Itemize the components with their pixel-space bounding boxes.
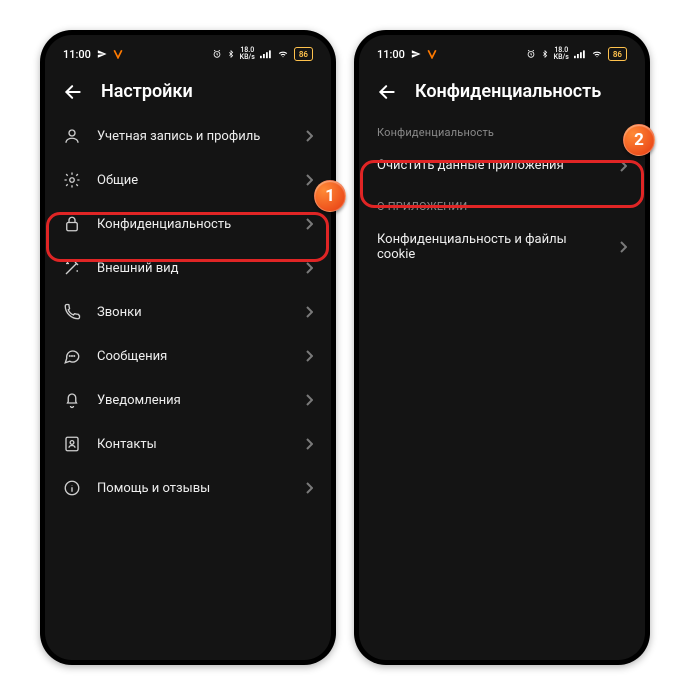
row-label: Помощь и отзывы bbox=[97, 481, 289, 496]
row-privacy[interactable]: Конфиденциальность bbox=[45, 202, 331, 246]
row-clear-data[interactable]: Очистить данные приложения bbox=[359, 145, 645, 186]
row-label: Очистить данные приложения bbox=[377, 158, 603, 173]
row-appearance[interactable]: Внешний вид bbox=[45, 246, 331, 290]
chevron-right-icon bbox=[619, 241, 627, 253]
row-label: Общие bbox=[97, 173, 289, 188]
annotation-badge-2: 2 bbox=[623, 124, 655, 156]
bluetooth-icon bbox=[227, 49, 235, 59]
back-icon[interactable] bbox=[63, 82, 83, 102]
row-account[interactable]: Учетная запись и профиль bbox=[45, 114, 331, 158]
phone-icon bbox=[63, 303, 81, 321]
chevron-right-icon bbox=[305, 438, 313, 450]
battery-indicator: 86 bbox=[608, 47, 627, 61]
screen-settings: 11:00 18.0KB/s 86 Настройки bbox=[45, 35, 331, 660]
row-calls[interactable]: Звонки bbox=[45, 290, 331, 334]
alarm-icon bbox=[212, 49, 222, 59]
row-general[interactable]: Общие bbox=[45, 158, 331, 202]
row-label: Внешний вид bbox=[97, 261, 289, 276]
row-messages[interactable]: Сообщения bbox=[45, 334, 331, 378]
chevron-right-icon bbox=[305, 218, 313, 230]
lock-icon bbox=[63, 215, 81, 233]
row-label: Конфиденциальность и файлы cookie bbox=[377, 232, 603, 262]
settings-list: Учетная запись и профиль Общие Конфиденц… bbox=[45, 112, 331, 510]
signal-icon bbox=[574, 49, 586, 59]
gear-icon bbox=[63, 171, 81, 189]
page-title: Настройки bbox=[101, 81, 193, 102]
row-label: Звонки bbox=[97, 305, 289, 320]
signal-icon bbox=[260, 49, 272, 59]
chevron-right-icon bbox=[305, 482, 313, 494]
send-icon bbox=[97, 49, 107, 59]
row-notifications[interactable]: Уведомления bbox=[45, 378, 331, 422]
section-privacy: Конфиденциальность bbox=[359, 112, 645, 145]
chevron-right-icon bbox=[305, 306, 313, 318]
row-label: Конфиденциальность bbox=[97, 217, 289, 232]
user-icon bbox=[63, 127, 81, 145]
send-icon bbox=[411, 49, 421, 59]
phone-right: 11:00 18.0KB/s 86 Конфиденциальность Кон… bbox=[354, 30, 650, 665]
section-about: О ПРИЛОЖЕНИИ bbox=[359, 186, 645, 219]
status-bar: 11:00 18.0KB/s 86 bbox=[359, 35, 645, 67]
row-label: Уведомления bbox=[97, 393, 289, 408]
phone-left: 11:00 18.0KB/s 86 Настройки bbox=[40, 30, 336, 665]
row-label: Контакты bbox=[97, 437, 289, 452]
status-bar: 11:00 18.0KB/s 86 bbox=[45, 35, 331, 67]
row-contacts[interactable]: Контакты bbox=[45, 422, 331, 466]
wifi-icon bbox=[277, 49, 289, 59]
net-speed: 18.0KB/s bbox=[554, 47, 569, 61]
screen-privacy: 11:00 18.0KB/s 86 Конфиденциальность Кон… bbox=[359, 35, 645, 660]
info-icon bbox=[63, 479, 81, 497]
alarm-icon bbox=[526, 49, 536, 59]
annotation-badge-1: 1 bbox=[314, 180, 346, 212]
header: Настройки bbox=[45, 67, 331, 112]
bell-icon bbox=[63, 391, 81, 409]
chevron-right-icon bbox=[305, 174, 313, 186]
chevron-right-icon bbox=[305, 350, 313, 362]
chevron-right-icon bbox=[305, 262, 313, 274]
wand-icon bbox=[63, 259, 81, 277]
status-time: 11:00 bbox=[63, 48, 91, 61]
contacts-icon bbox=[63, 435, 81, 453]
page-title: Конфиденциальность bbox=[415, 81, 601, 102]
row-help[interactable]: Помощь и отзывы bbox=[45, 466, 331, 510]
net-speed: 18.0KB/s bbox=[240, 47, 255, 61]
chat-icon bbox=[63, 347, 81, 365]
back-icon[interactable] bbox=[377, 82, 397, 102]
header: Конфиденциальность bbox=[359, 67, 645, 112]
row-label: Сообщения bbox=[97, 349, 289, 364]
status-time: 11:00 bbox=[377, 48, 405, 61]
bluetooth-icon bbox=[541, 49, 549, 59]
wifi-icon bbox=[591, 49, 603, 59]
chevron-right-icon bbox=[305, 130, 313, 142]
viber-glyph-icon bbox=[113, 49, 123, 59]
row-label: Учетная запись и профиль bbox=[97, 129, 289, 144]
chevron-right-icon bbox=[305, 394, 313, 406]
viber-glyph-icon bbox=[427, 49, 437, 59]
chevron-right-icon bbox=[619, 160, 627, 172]
row-cookie[interactable]: Конфиденциальность и файлы cookie bbox=[359, 219, 645, 275]
battery-indicator: 86 bbox=[294, 47, 313, 61]
